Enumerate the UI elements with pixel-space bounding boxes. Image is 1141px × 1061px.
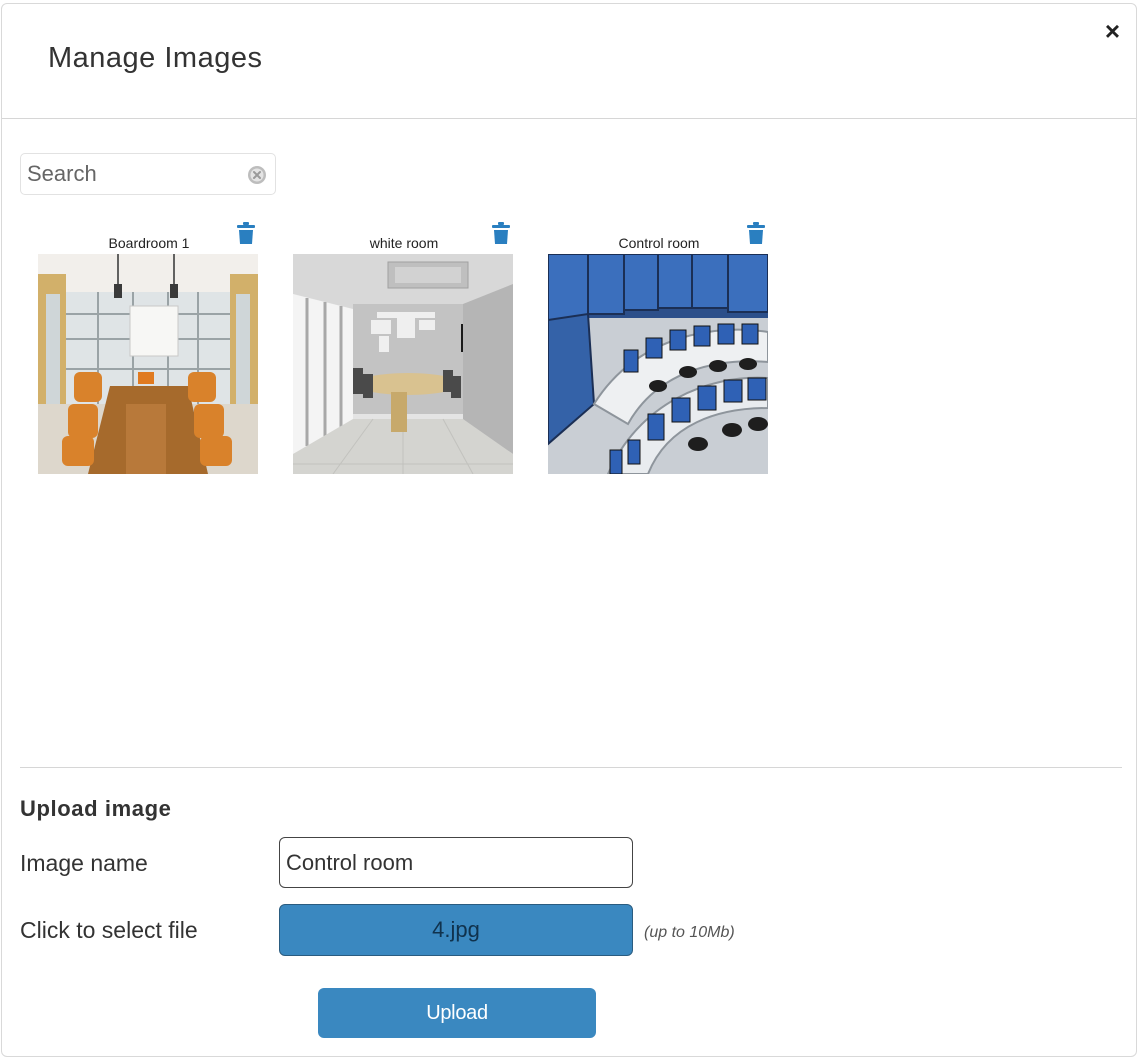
dialog-header: Manage Images × xyxy=(2,4,1136,119)
image-name: Control room xyxy=(618,235,700,251)
upload-button[interactable]: Upload xyxy=(318,988,596,1038)
image-name: white room xyxy=(369,235,439,251)
trash-icon[interactable] xyxy=(747,222,765,244)
search-input[interactable] xyxy=(27,158,237,190)
file-size-hint: (up to 10Mb) xyxy=(644,924,735,941)
image-name: Boardroom 1 xyxy=(108,235,190,251)
close-icon[interactable]: × xyxy=(1105,18,1120,44)
upload-section-heading: Upload image xyxy=(20,796,172,821)
image-name-label: Image name xyxy=(20,850,148,876)
dialog-title: Manage Images xyxy=(48,42,263,74)
section-divider xyxy=(20,767,1122,768)
select-file-button[interactable]: 4.jpg xyxy=(279,904,633,956)
search-box xyxy=(20,153,276,195)
white-room-thumbnail[interactable] xyxy=(293,254,513,474)
control-room-thumbnail[interactable] xyxy=(548,254,768,474)
trash-icon[interactable] xyxy=(492,222,510,244)
boardroom-thumbnail[interactable] xyxy=(38,254,258,474)
manage-images-dialog: Manage Images × Boardroom 1 xyxy=(1,3,1137,1057)
trash-icon[interactable] xyxy=(237,222,255,244)
clear-search-icon[interactable] xyxy=(247,165,267,185)
select-file-label: Click to select file xyxy=(20,917,198,943)
image-name-input[interactable] xyxy=(279,837,633,888)
